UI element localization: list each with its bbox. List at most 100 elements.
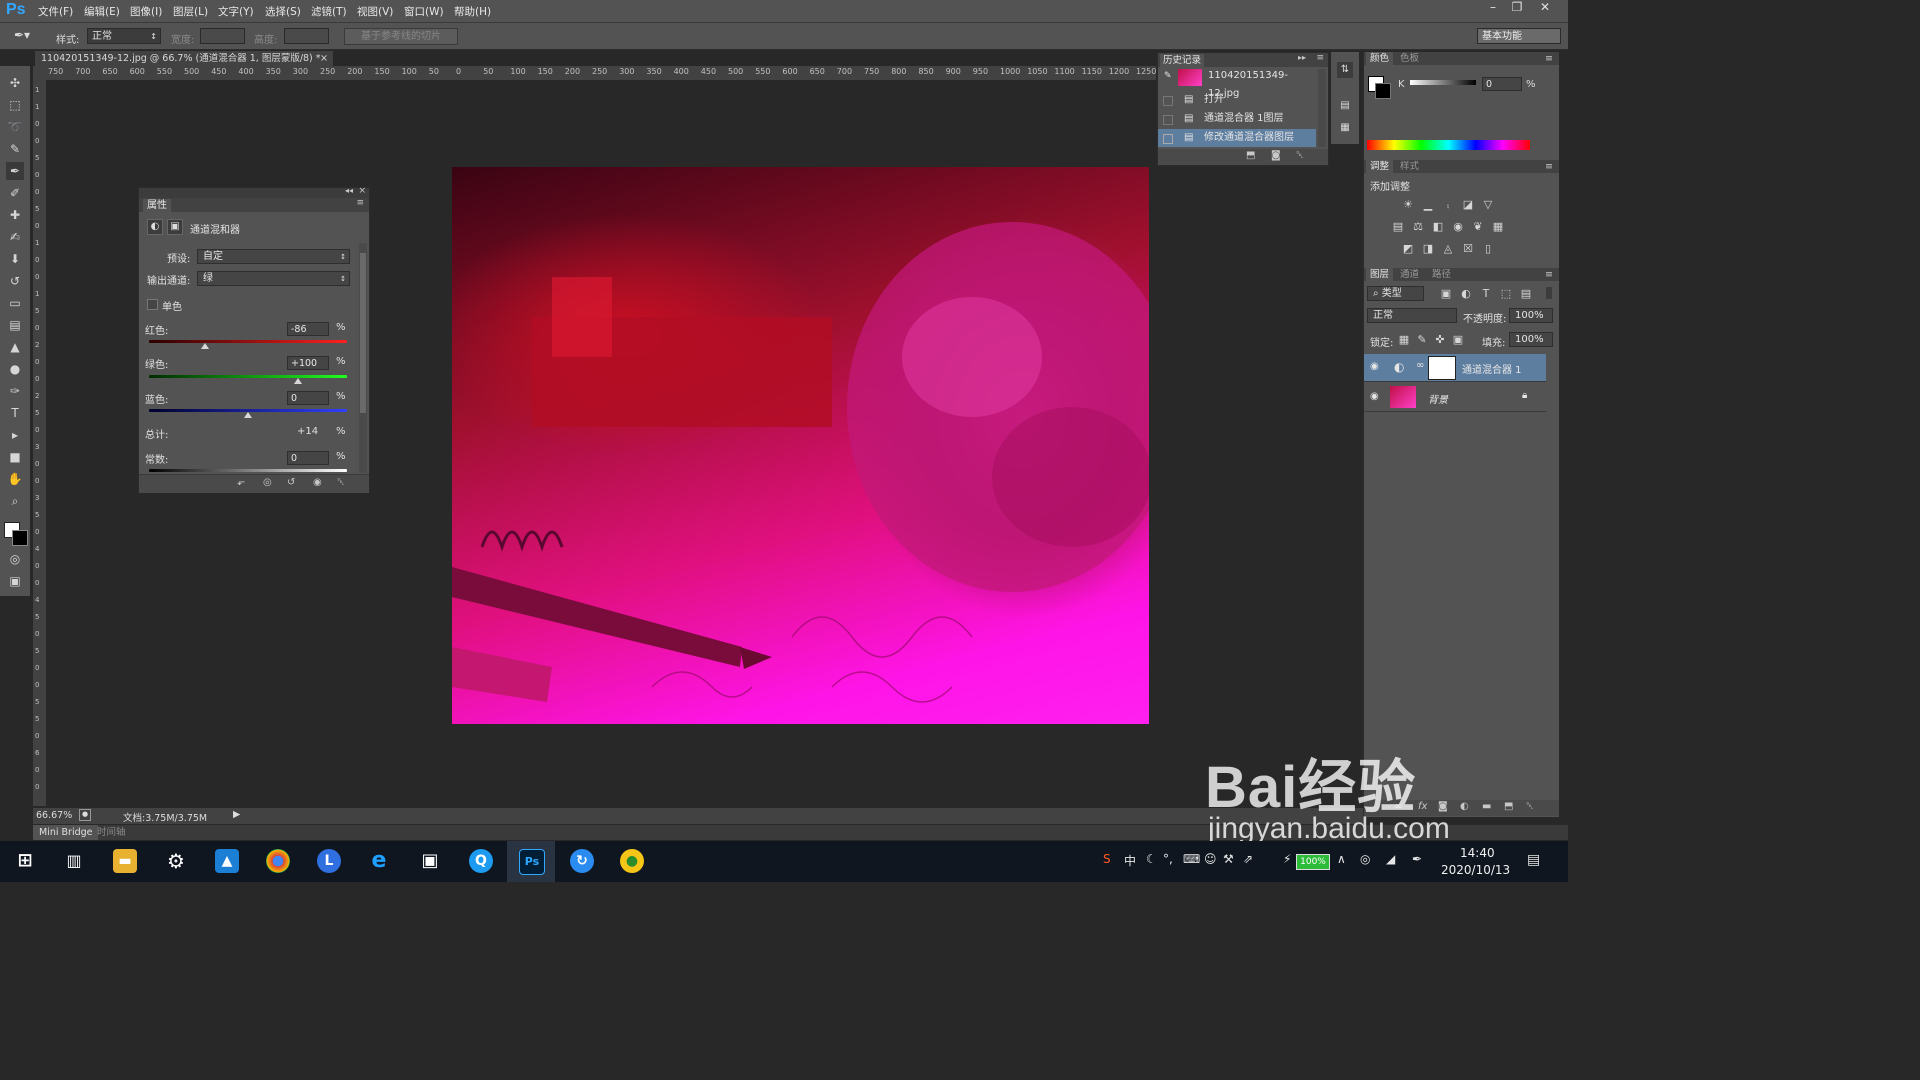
tab-history[interactable]: 历史记录 — [1160, 54, 1205, 67]
chevron-up-icon[interactable]: ∧ — [1337, 852, 1346, 866]
slice-tool-icon[interactable]: ✒▾ — [14, 28, 30, 42]
red-slider-thumb[interactable] — [201, 343, 210, 349]
panel-menu-icon[interactable]: ≡ — [1545, 52, 1553, 65]
gradient-tool-icon[interactable]: ▤ — [6, 316, 24, 334]
pen-icon[interactable]: ✒ — [1412, 852, 1422, 866]
clock-date[interactable]: 2020/10/13 — [1441, 863, 1510, 877]
selective-color-icon[interactable]: ☒ — [1462, 243, 1474, 255]
fill-input[interactable]: 100% — [1509, 332, 1553, 347]
menu-view[interactable]: 视图(V) — [357, 4, 393, 19]
brightness-icon[interactable]: ☀ — [1402, 199, 1414, 211]
panel-menu-icon[interactable]: ≡ — [1545, 268, 1553, 281]
history-item[interactable]: ▤ 通道混合器 1图层 — [1158, 110, 1316, 128]
color-balance-icon[interactable]: ⚖ — [1412, 221, 1424, 233]
history-item[interactable]: ▤ 打开 — [1158, 91, 1316, 109]
task-view-icon[interactable]: ▥ — [62, 849, 86, 873]
close-button[interactable]: ✕ — [1534, 0, 1556, 16]
blur-tool-icon[interactable]: ▲ — [6, 338, 24, 356]
tab-color[interactable]: 颜色 — [1366, 52, 1394, 65]
tab-channels[interactable]: 通道 — [1400, 268, 1419, 281]
filter-shape-icon[interactable]: ⬚ — [1500, 288, 1512, 300]
red-value-input[interactable]: -86 — [287, 322, 329, 336]
moon-icon[interactable]: ☾ — [1146, 852, 1157, 866]
history-item-selected[interactable]: ▤ 修改通道混合器图层 — [1158, 129, 1316, 147]
app-yellow-icon[interactable]: ● — [620, 849, 644, 873]
zoom-tool-icon[interactable]: ⌕ — [6, 492, 24, 510]
panel-menu-icon[interactable]: ≡ — [1316, 53, 1324, 63]
blue-value-input[interactable]: 0 — [287, 391, 329, 405]
red-slider-track[interactable] — [149, 340, 347, 343]
lock-position-icon[interactable]: ✜ — [1434, 334, 1446, 346]
k-value-input[interactable]: 0 — [1482, 77, 1522, 91]
app-l-icon[interactable]: L — [317, 849, 341, 873]
tab-timeline[interactable]: 时间轴 — [97, 825, 126, 840]
search-app-icon[interactable]: Q — [469, 849, 493, 873]
new-adjustment-icon[interactable]: ◐ — [1460, 801, 1469, 812]
view-previous-icon[interactable]: ◎ — [263, 477, 272, 488]
vibrance-icon[interactable]: ▽ — [1482, 199, 1494, 211]
properties-panel-icon[interactable]: ▤ — [1337, 98, 1353, 114]
status-menu-arrow-icon[interactable]: ▶ — [233, 809, 240, 820]
path-select-icon[interactable]: ▸ — [6, 426, 24, 444]
menu-window[interactable]: 窗口(W) — [404, 4, 444, 19]
layer-row[interactable]: ◉ 背景 🔒︎ — [1364, 384, 1546, 412]
history-scrollbar[interactable] — [1318, 69, 1326, 147]
share-icon[interactable]: ⇗ — [1243, 852, 1253, 866]
lock-pixels-icon[interactable]: ✎ — [1416, 334, 1428, 346]
chain-link-icon[interactable]: ∞ — [1416, 360, 1424, 371]
history-brush-icon[interactable]: ↺ — [6, 272, 24, 290]
visibility-eye-icon[interactable]: ◉ — [1370, 391, 1379, 402]
slice-tool-icon[interactable]: ✒ — [6, 162, 24, 180]
healing-tool-icon[interactable]: ✚ — [6, 206, 24, 224]
start-icon[interactable]: ⊞ — [13, 849, 37, 873]
lock-all-icon[interactable]: ▣ — [1452, 334, 1464, 346]
menu-image[interactable]: 图像(I) — [130, 4, 162, 19]
expand-panel-icon[interactable]: ▸▸ — [1298, 53, 1306, 62]
ime-logo-icon[interactable]: S — [1103, 852, 1111, 866]
user-icon[interactable]: ☺ — [1204, 852, 1217, 866]
menu-layer[interactable]: 图层(L) — [173, 4, 208, 19]
blend-mode-select[interactable]: 正常 — [1367, 308, 1457, 323]
mask-icon[interactable]: ▣ — [167, 219, 183, 235]
camera-icon[interactable]: ◙ — [1271, 150, 1281, 161]
punctuation-icon[interactable]: °, — [1163, 852, 1173, 866]
trash-icon[interactable]: ␡ — [1296, 150, 1304, 161]
posterize-icon[interactable]: ◨ — [1422, 243, 1434, 255]
file-explorer-icon[interactable]: ▬ — [113, 849, 137, 873]
photos-icon[interactable]: ▲ — [215, 849, 239, 873]
collapse-panel-icon[interactable]: ◂◂ — [345, 186, 353, 195]
fx-icon[interactable]: fx — [1418, 801, 1427, 812]
levels-icon[interactable]: ▁ — [1422, 199, 1434, 211]
screen-mode-icon[interactable]: ▣ — [6, 572, 24, 590]
add-mask-icon[interactable]: ◙ — [1438, 801, 1448, 812]
tab-mini-bridge[interactable]: Mini Bridge — [33, 825, 99, 840]
filter-smart-icon[interactable]: ▤ — [1520, 288, 1532, 300]
menu-filter[interactable]: 滤镜(T) — [311, 4, 347, 19]
document-tab[interactable]: 110420151349-12.jpg @ 66.7% (通道混合器 1, 图层… — [35, 51, 333, 66]
photoshop-active-tab[interactable]: Ps — [507, 841, 555, 882]
background-swatch[interactable] — [1375, 83, 1391, 99]
lasso-tool-icon[interactable]: ➰ — [6, 118, 24, 136]
opacity-input[interactable]: 100% — [1509, 308, 1553, 323]
monochrome-checkbox[interactable] — [147, 299, 158, 310]
gradient-map-icon[interactable]: ▯ — [1482, 243, 1494, 255]
network-globe-icon[interactable]: ◎ — [1360, 852, 1370, 866]
filter-toggle[interactable] — [1546, 287, 1552, 299]
new-layer-icon[interactable]: ⬒ — [1504, 801, 1513, 812]
properties-titlebar[interactable]: ◂◂ × — [139, 186, 369, 198]
history-panel-icon[interactable]: ⇅ — [1337, 62, 1353, 78]
marquee-tool-icon[interactable]: ⬚ — [6, 96, 24, 114]
ime-mode[interactable]: 中 — [1124, 852, 1136, 869]
history-checkbox[interactable] — [1163, 96, 1173, 106]
visibility-eye-icon[interactable]: ◉ — [313, 477, 322, 488]
close-tab-icon[interactable]: × — [320, 51, 328, 66]
hue-saturation-icon[interactable]: ▤ — [1392, 221, 1404, 233]
wrench-icon[interactable]: ⚒ — [1223, 852, 1234, 866]
close-panel-icon[interactable]: × — [358, 186, 366, 196]
type-tool-icon[interactable]: T — [6, 404, 24, 422]
settings-gear-icon[interactable]: ⚙ — [164, 849, 188, 873]
green-slider-thumb[interactable] — [293, 378, 302, 384]
battery-indicator[interactable]: 100% — [1296, 854, 1330, 870]
properties-scrollbar[interactable] — [359, 243, 367, 473]
tab-properties[interactable]: 属性 — [143, 199, 171, 212]
